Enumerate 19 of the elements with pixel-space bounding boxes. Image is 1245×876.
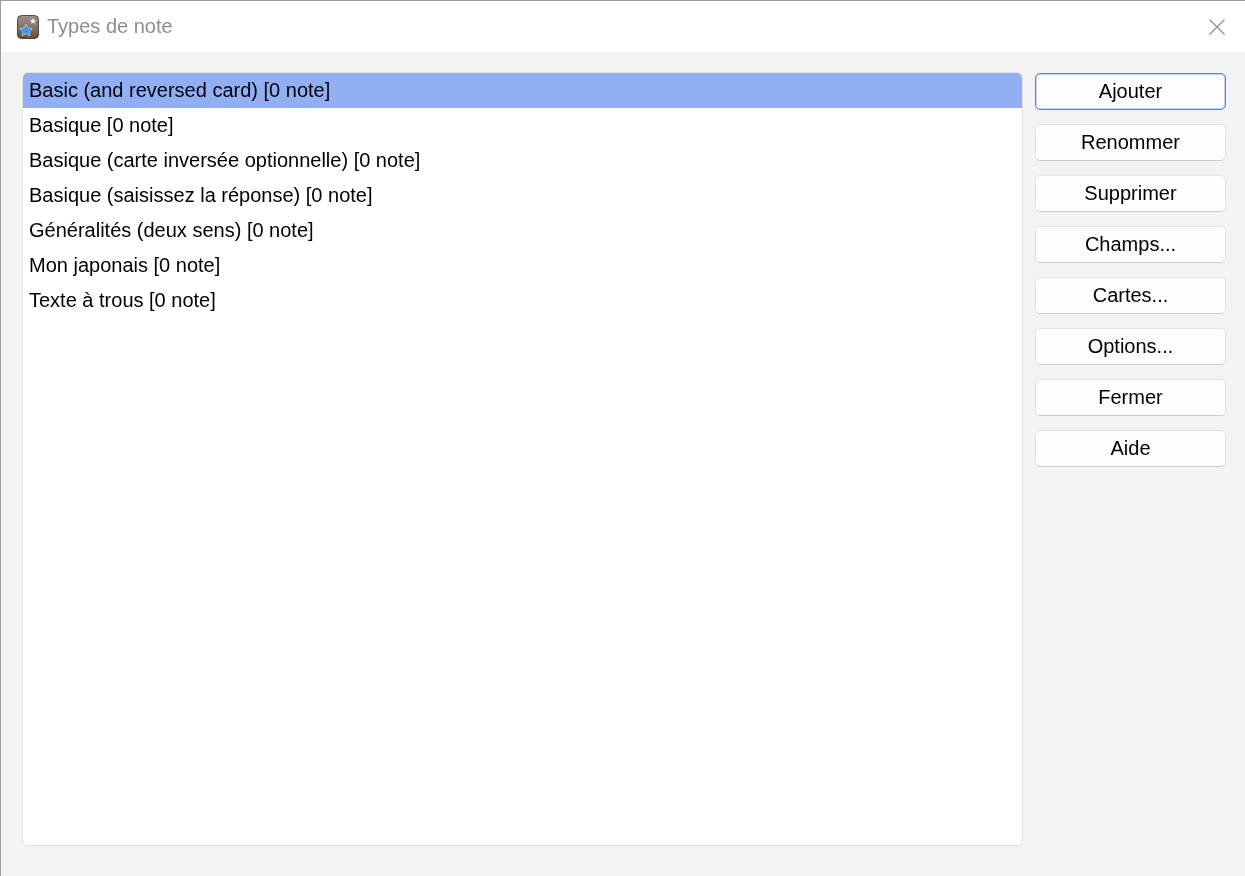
action-button[interactable]: Supprimer bbox=[1035, 175, 1226, 212]
action-button[interactable]: Cartes... bbox=[1035, 277, 1226, 314]
note-type-item[interactable]: Basique (carte inversée optionnelle) [0 note] bbox=[23, 143, 1022, 178]
note-type-item[interactable]: Basic (and reversed card) [0 note] bbox=[23, 73, 1022, 108]
action-button[interactable]: Champs... bbox=[1035, 226, 1226, 263]
action-button[interactable]: Aide bbox=[1035, 430, 1226, 467]
note-type-item[interactable]: Mon japonais [0 note] bbox=[23, 248, 1022, 283]
action-button[interactable]: Ajouter bbox=[1035, 73, 1226, 110]
star-tile-icon bbox=[17, 15, 39, 39]
note-type-item[interactable]: Texte à trous [0 note] bbox=[23, 283, 1022, 318]
action-button[interactable]: Options... bbox=[1035, 328, 1226, 365]
note-type-item[interactable]: Basique (saisissez la réponse) [0 note] bbox=[23, 178, 1022, 213]
close-icon[interactable] bbox=[1209, 18, 1225, 35]
note-type-item[interactable]: Basique [0 note] bbox=[23, 108, 1022, 143]
window-title: Types de note bbox=[47, 15, 174, 38]
note-type-list[interactable] bbox=[22, 72, 1023, 846]
action-button[interactable]: Renommer bbox=[1035, 124, 1226, 161]
note-type-item[interactable]: Généralités (deux sens) [0 note] bbox=[23, 213, 1022, 248]
action-button[interactable]: Fermer bbox=[1035, 379, 1226, 416]
